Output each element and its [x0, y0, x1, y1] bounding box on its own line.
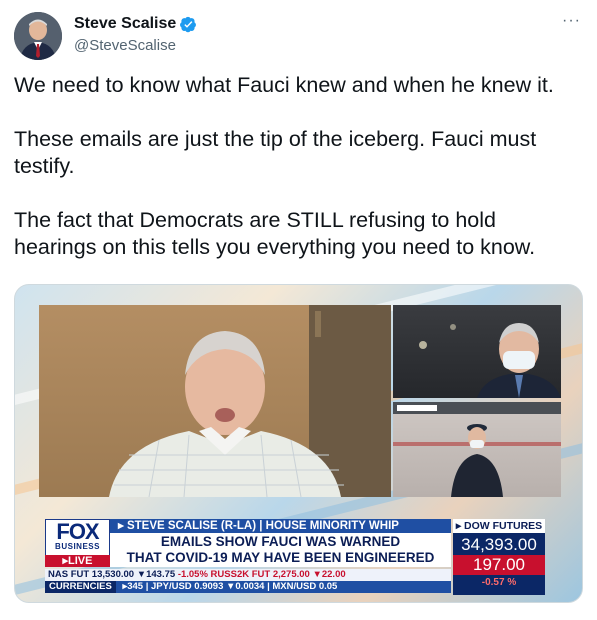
futures-label: ▸ DOW FUTURES	[453, 519, 545, 533]
doctor-image	[419, 323, 561, 398]
news-chyron: FOX BUSINESS ▸LIVE ▸ STEVE SCALISE (R-LA…	[45, 517, 582, 597]
guard-image	[393, 402, 561, 497]
avatar[interactable]	[14, 12, 62, 60]
chyron-kicker: ▸ STEVE SCALISE (R-LA) | HOUSE MINORITY …	[110, 519, 451, 533]
currency-ticker: CURRENCIES ▸345 | JPY/USD 0.9093 ▼0.0034…	[45, 581, 451, 593]
futures-change: 197.00	[453, 555, 545, 575]
tweet-media[interactable]: FOX BUSINESS ▸LIVE ▸ STEVE SCALISE (R-LA…	[14, 284, 583, 603]
tweet-header: Steve Scalise @SteveScalise ···	[14, 10, 583, 60]
ticker-text: -1.05% RUSS2K FUT 2,275.00 ▼22.00	[177, 569, 346, 580]
display-name[interactable]: Steve Scalise	[74, 14, 176, 34]
network-logo: FOX BUSINESS	[45, 519, 110, 557]
market-ticker: NAS FUT 13,530.00 ▼143.75 -1.05% RUSS2K …	[45, 569, 451, 581]
ticker-text: ▸345 | JPY/USD 0.9093 ▼0.0034 | MXN/USD …	[122, 581, 338, 592]
futures-value: 34,393.00	[461, 535, 537, 554]
more-options-icon[interactable]: ···	[562, 13, 581, 29]
video-panel-main	[39, 305, 391, 497]
video-panel-bottom	[393, 402, 561, 497]
ticker-text: NAS FUT 13,530.00 ▼143.75	[48, 569, 176, 580]
verified-badge-icon	[180, 16, 197, 32]
currencies-label: CURRENCIES	[45, 581, 116, 593]
speaker-image	[109, 305, 391, 497]
dow-futures-box: ▸ DOW FUTURES 34,393.00 197.00 -0.57 %	[453, 519, 545, 595]
chyron-headline: EMAILS SHOW FAUCI WAS WARNED THAT COVID-…	[110, 533, 451, 567]
network-sub-text: BUSINESS	[55, 542, 100, 551]
network-logo-text: FOX	[56, 519, 99, 544]
tweet-text: We need to know what Fauci knew and when…	[14, 72, 584, 288]
live-badge: ▸LIVE	[45, 555, 110, 567]
headline-line: THAT COVID-19 MAY HAVE BEEN ENGINEERED	[126, 550, 435, 565]
futures-percent: -0.57 %	[481, 577, 517, 588]
avatar-photo	[14, 12, 62, 60]
headline-line: EMAILS SHOW FAUCI WAS WARNED	[160, 534, 401, 549]
video-panel-top	[393, 305, 561, 398]
tweet-paragraph: The fact that Democrats are STILL refusi…	[14, 208, 536, 259]
user-handle[interactable]: @SteveScalise	[74, 36, 197, 56]
tweet-paragraph: We need to know what Fauci knew and when…	[14, 73, 554, 97]
tweet-paragraph: These emails are just the tip of the ice…	[14, 127, 537, 178]
